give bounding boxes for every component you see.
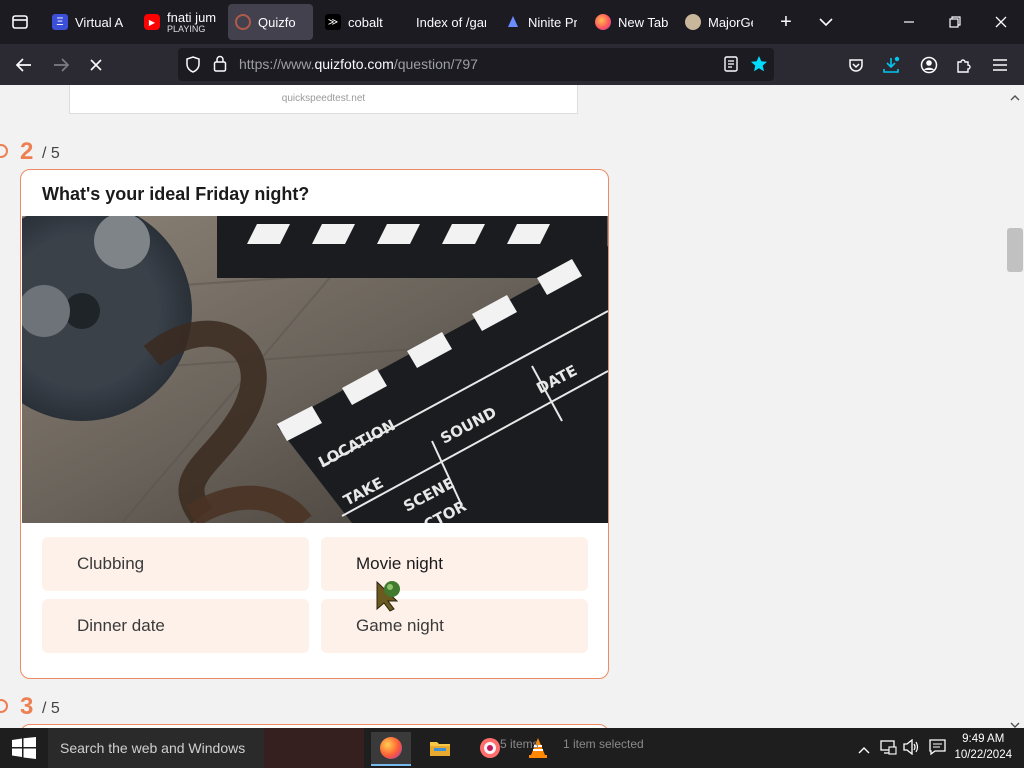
taskbar-search-box[interactable]: Search the web and Windows — [48, 728, 264, 768]
behind-window-text-selected: 1 item selected — [563, 737, 644, 751]
search-placeholder: Search the web and Windows — [60, 740, 246, 756]
tab-label: Quizfo — [258, 14, 296, 30]
tab-new-tab[interactable]: New Tab — [595, 4, 670, 40]
stop-loading-icon[interactable] — [83, 52, 109, 78]
taskbar-window-thumbnail — [264, 728, 364, 768]
pocket-icon[interactable] — [843, 52, 869, 78]
show-hidden-icons-chevron-icon[interactable] — [858, 741, 870, 759]
new-tab-plus-icon[interactable]: + — [774, 10, 798, 34]
busy-cursor-icon — [374, 579, 404, 618]
tab-cobalt[interactable]: ≫ cobalt — [325, 4, 395, 40]
tab-label: New Tab — [618, 14, 669, 30]
back-arrow-icon[interactable] — [11, 52, 37, 78]
tab-label: cobalt — [348, 14, 383, 30]
question-card: What's your ideal Friday night? LOCATION… — [20, 169, 609, 679]
action-center-icon[interactable] — [929, 739, 946, 760]
tab-label: MajorGe — [708, 14, 753, 30]
tab-label: Virtual A — [75, 14, 124, 30]
clock-date: 10/22/2024 — [954, 749, 1012, 761]
restore-icon[interactable] — [943, 10, 967, 34]
windows-start-icon[interactable] — [12, 737, 36, 764]
url-domain: quizfoto.com — [314, 56, 394, 72]
progress-dot — [0, 699, 8, 713]
url-text[interactable]: https://www.quizfoto.com/question/797 — [239, 48, 478, 81]
tab-index[interactable]: Index of /gar — [416, 4, 486, 40]
progress-dot — [0, 144, 8, 158]
volume-icon[interactable] — [903, 738, 920, 760]
tab-majorgeeks[interactable]: MajorGe — [685, 4, 753, 40]
answer-label: Clubbing — [77, 554, 145, 573]
answer-option-clubbing[interactable]: Clubbing — [42, 537, 309, 591]
ad-banner[interactable]: quickspeedtest.net — [69, 85, 578, 114]
lock-icon[interactable] — [213, 55, 227, 77]
url-prefix: https://www. — [239, 56, 315, 72]
network-icon[interactable] — [880, 739, 897, 760]
close-icon[interactable] — [989, 10, 1013, 34]
taskbar-file-explorer[interactable] — [420, 732, 460, 764]
flower-app-icon — [480, 738, 500, 758]
virtual-icon: Ξ — [52, 14, 68, 30]
account-icon[interactable] — [916, 52, 942, 78]
tab-virtual[interactable]: Ξ Virtual A — [52, 4, 132, 40]
answer-label: Dinner date — [77, 616, 165, 635]
answer-option-dinner-date[interactable]: Dinner date — [42, 599, 309, 653]
ad-text: quickspeedtest.net — [281, 93, 366, 104]
folder-icon — [430, 742, 450, 756]
next-question-number: 3 — [20, 693, 34, 720]
majorgeeks-icon — [685, 14, 701, 30]
tab-label: fnati jum — [167, 9, 216, 25]
tab-youtube[interactable]: ▶ fnati jum PLAYING — [144, 4, 216, 40]
quizfoto-icon — [235, 14, 251, 30]
tab-playing-label: PLAYING — [167, 23, 206, 34]
minimize-icon[interactable] — [897, 10, 921, 34]
reader-view-icon[interactable] — [724, 56, 738, 77]
youtube-icon: ▶ — [144, 14, 160, 30]
ninite-icon — [505, 14, 521, 30]
answer-option-movie-night[interactable]: Movie night — [321, 537, 588, 591]
windows-taskbar: Search the web and Windows 5 items 1 ite… — [0, 728, 1024, 768]
downloads-icon[interactable] — [878, 52, 904, 78]
question-total: / 5 — [42, 145, 60, 162]
tab-quizfoto[interactable]: Quizfo — [228, 4, 313, 40]
taskbar-clock[interactable]: 9:49 AM 10/22/2024 — [954, 731, 1012, 763]
question-title: What's your ideal Friday night? — [42, 184, 310, 204]
page-content: quickspeedtest.net 2 / 5 What's your ide… — [0, 85, 1024, 728]
tab-strip: Ξ Virtual A ▶ fnati jum PLAYING Quizfo ≫ … — [0, 0, 1024, 44]
firefox-icon — [595, 14, 611, 30]
cobalt-icon: ≫ — [325, 14, 341, 30]
answer-option-game-night[interactable]: Game night — [321, 599, 588, 653]
tab-label: Ninite Pr — [528, 14, 577, 30]
firefox-view-icon[interactable] — [8, 10, 32, 34]
taskbar-firefox[interactable] — [371, 732, 411, 766]
scroll-up-arrow-icon[interactable] — [1010, 88, 1020, 106]
scrollbar-thumb[interactable] — [1007, 228, 1023, 272]
address-bar[interactable]: https://www.quizfoto.com/question/797 — [178, 48, 774, 81]
question-image: LOCATION SOUND DATE TAKE SCENE ACTOR — [22, 216, 608, 523]
list-all-tabs-chevron-icon[interactable] — [814, 10, 838, 34]
next-question-total: / 5 — [42, 700, 60, 717]
forward-arrow-icon[interactable] — [48, 52, 74, 78]
tab-label: Index of /gar — [416, 14, 486, 30]
tracking-protection-shield-icon[interactable] — [185, 56, 201, 78]
tab-ninite[interactable]: Ninite Pr — [505, 4, 577, 40]
firefox-icon — [380, 737, 402, 759]
extensions-puzzle-icon[interactable] — [951, 52, 977, 78]
behind-window-text-items: 5 items — [500, 737, 539, 751]
url-path: /question/797 — [393, 56, 478, 72]
clock-time: 9:49 AM — [962, 733, 1005, 745]
question-number: 2 — [20, 138, 34, 165]
menu-hamburger-icon[interactable] — [987, 52, 1013, 78]
bookmark-star-icon[interactable] — [750, 55, 768, 78]
scrollbar-track[interactable] — [1007, 85, 1024, 728]
